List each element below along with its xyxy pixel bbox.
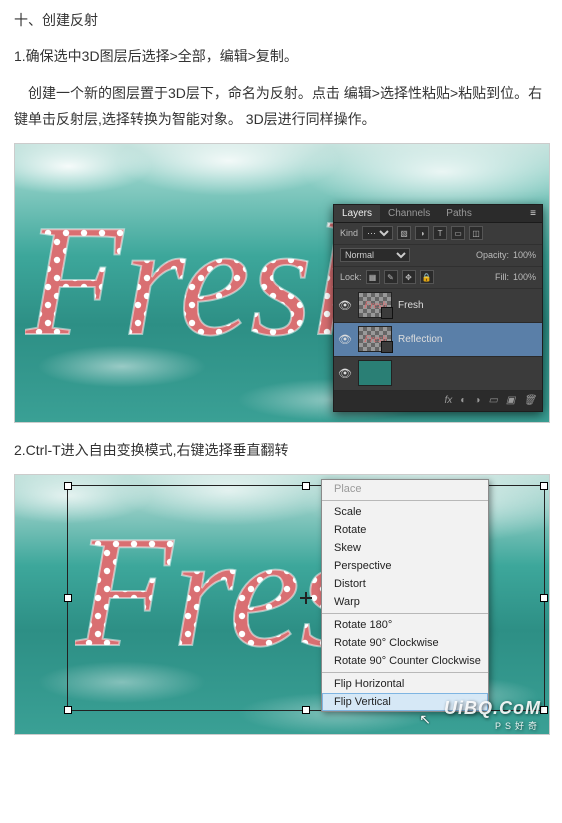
transform-handle[interactable] bbox=[540, 594, 548, 602]
filter-adjust-icon[interactable]: ◑ bbox=[415, 226, 429, 240]
menu-item-scale[interactable]: Scale bbox=[322, 503, 488, 521]
layers-list: 👁 Fresh Fresh 👁 Fresh Reflection 👁 bbox=[334, 289, 542, 391]
visibility-eye-icon[interactable]: 👁 bbox=[338, 333, 352, 346]
lock-label: Lock: bbox=[340, 272, 362, 282]
watermark-main: UiBQ.CoM bbox=[444, 698, 541, 718]
menu-separator bbox=[322, 672, 488, 673]
blend-mode-select[interactable]: Normal bbox=[340, 248, 410, 262]
layer-thumb bbox=[358, 360, 392, 386]
layer-thumb: Fresh bbox=[358, 326, 392, 352]
new-layer-icon[interactable]: ▣ bbox=[506, 395, 515, 406]
lock-trans-icon[interactable]: ▦ bbox=[366, 270, 380, 284]
menu-item-skew[interactable]: Skew bbox=[322, 539, 488, 557]
visibility-eye-icon[interactable]: 👁 bbox=[338, 299, 352, 312]
filter-pixel-icon[interactable]: ▧ bbox=[397, 226, 411, 240]
menu-item-rotate[interactable]: Rotate bbox=[322, 521, 488, 539]
figure-2-free-transform: Fresh PlaceScaleRotateSkewPerspectiveDis… bbox=[14, 474, 550, 735]
mask-icon[interactable]: ◐ bbox=[460, 395, 466, 406]
tab-paths[interactable]: Paths bbox=[438, 208, 480, 219]
filter-kind-label: Kind bbox=[340, 228, 358, 238]
trash-icon[interactable]: 🗑 bbox=[523, 395, 536, 406]
opacity-value[interactable]: 100% bbox=[513, 250, 536, 260]
menu-item-rotate-90-counter-clockwise[interactable]: Rotate 90° Counter Clockwise bbox=[322, 652, 488, 670]
cursor-icon: ↖ bbox=[419, 711, 431, 728]
transform-handle[interactable] bbox=[302, 482, 310, 490]
layer-name-label: Reflection bbox=[398, 334, 442, 345]
fill-label: Fill: bbox=[495, 272, 509, 282]
menu-item-flip-horizontal[interactable]: Flip Horizontal bbox=[322, 675, 488, 693]
transform-handle[interactable] bbox=[540, 482, 548, 490]
opacity-label: Opacity: bbox=[476, 250, 509, 260]
watermark-sub: PS好奇 bbox=[444, 719, 541, 732]
menu-item-rotate-90-clockwise[interactable]: Rotate 90° Clockwise bbox=[322, 634, 488, 652]
panel-tabs: Layers Channels Paths ≡ bbox=[334, 205, 542, 223]
layer-thumb: Fresh bbox=[358, 292, 392, 318]
layers-panel[interactable]: Layers Channels Paths ≡ Kind ⋯ ▧ ◑ T ▭ ◫ bbox=[333, 204, 543, 412]
tab-channels[interactable]: Channels bbox=[380, 208, 438, 219]
transform-handle[interactable] bbox=[64, 594, 72, 602]
folder-icon[interactable]: ▭ bbox=[488, 395, 497, 406]
transform-handle[interactable] bbox=[64, 706, 72, 714]
watermark: UiBQ.CoM PS好奇 bbox=[444, 698, 541, 732]
transform-context-menu[interactable]: Place ScaleRotateSkewPerspectiveDistortWa… bbox=[321, 479, 489, 712]
menu-item-perspective[interactable]: Perspective bbox=[322, 557, 488, 575]
step-2: 2.Ctrl-T进入自由变换模式,右键选择垂直翻转 bbox=[14, 437, 548, 464]
lock-pixel-icon[interactable]: ✎ bbox=[384, 270, 398, 284]
adjust-icon[interactable]: ◑ bbox=[474, 395, 480, 406]
transform-handle[interactable] bbox=[302, 706, 310, 714]
panel-menu-icon[interactable]: ≡ bbox=[524, 208, 542, 219]
menu-item-warp[interactable]: Warp bbox=[322, 593, 488, 611]
lock-pos-icon[interactable]: ✥ bbox=[402, 270, 416, 284]
layer-item-reflection[interactable]: 👁 Fresh Reflection bbox=[334, 323, 542, 357]
step-1-line-1: 1.确保选中3D图层后选择>全部，编辑>复制。 bbox=[14, 43, 548, 70]
menu-separator bbox=[322, 500, 488, 501]
layer-name-label: Fresh bbox=[398, 300, 424, 311]
transform-handle[interactable] bbox=[64, 482, 72, 490]
menu-item-distort[interactable]: Distort bbox=[322, 575, 488, 593]
visibility-eye-icon[interactable]: 👁 bbox=[338, 367, 352, 380]
transform-center-icon[interactable] bbox=[300, 592, 312, 604]
panel-filter-row: Kind ⋯ ▧ ◑ T ▭ ◫ bbox=[334, 223, 542, 245]
transform-handle[interactable] bbox=[540, 706, 548, 714]
layer-item-fresh[interactable]: 👁 Fresh Fresh bbox=[334, 289, 542, 323]
tab-layers[interactable]: Layers bbox=[334, 205, 380, 222]
menu-item-rotate-180-[interactable]: Rotate 180° bbox=[322, 616, 488, 634]
panel-blend-row: Normal Opacity: 100% bbox=[334, 245, 542, 267]
fill-value[interactable]: 100% bbox=[513, 272, 536, 282]
menu-separator bbox=[322, 613, 488, 614]
lock-all-icon[interactable]: 🔒 bbox=[420, 270, 434, 284]
filter-kind-select[interactable]: ⋯ bbox=[362, 226, 393, 240]
step-1-line-2: 创建一个新的图层置于3D层下，命名为反射。点击 编辑>选择性粘贴>粘贴到位。右键… bbox=[14, 80, 548, 133]
panel-footer: fx ◐ ◑ ▭ ▣ 🗑 bbox=[334, 391, 542, 411]
filter-type-icon[interactable]: T bbox=[433, 226, 447, 240]
filter-shape-icon[interactable]: ▭ bbox=[451, 226, 465, 240]
fx-icon[interactable]: fx bbox=[445, 395, 453, 406]
menu-item-place: Place bbox=[322, 480, 488, 498]
panel-lock-row: Lock: ▦ ✎ ✥ 🔒 Fill: 100% bbox=[334, 267, 542, 289]
filter-smart-icon[interactable]: ◫ bbox=[469, 226, 483, 240]
section-heading: 十、创建反射 bbox=[14, 8, 548, 33]
figure-1-ocean-fresh: Fresh Layers Channels Paths ≡ Kind ⋯ ▧ ◑… bbox=[14, 143, 550, 423]
layer-item-background[interactable]: 👁 bbox=[334, 357, 542, 391]
